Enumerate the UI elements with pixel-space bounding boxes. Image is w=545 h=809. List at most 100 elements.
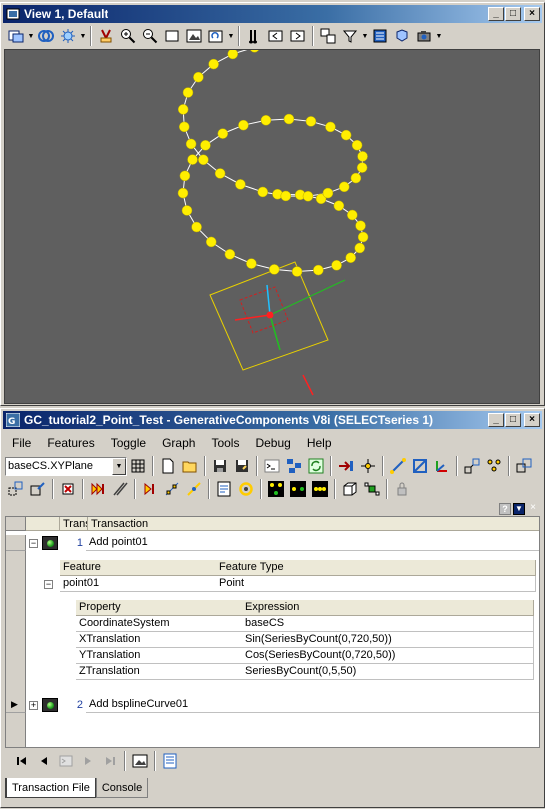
3d-viewport[interactable] (4, 49, 540, 404)
helix-point[interactable] (260, 115, 272, 126)
script-editor-icon[interactable] (261, 455, 283, 477)
tab-transaction-file[interactable]: Transaction File (5, 778, 96, 798)
chevron-down-icon[interactable]: ▼ (361, 25, 369, 47)
helix-point[interactable] (208, 58, 219, 70)
helix-point[interactable] (191, 221, 202, 233)
helix-point[interactable] (193, 71, 204, 83)
close-panel-icon[interactable]: × (527, 503, 539, 515)
property-expression[interactable]: Sin(SeriesByCount(0,720,50)) (242, 632, 534, 648)
helix-point[interactable] (345, 252, 356, 263)
previous-view-icon[interactable] (265, 25, 287, 47)
helix-point[interactable] (227, 50, 239, 60)
point-line-icon[interactable] (183, 478, 205, 500)
previous-icon[interactable] (33, 750, 55, 772)
save-as-icon[interactable] (231, 455, 253, 477)
helix-point[interactable] (283, 113, 295, 125)
helix-point[interactable] (280, 190, 292, 202)
helix-point[interactable] (350, 172, 362, 184)
expression-col-header[interactable]: Expression (242, 600, 534, 616)
chevron-down-icon[interactable]: ▼ (112, 457, 126, 475)
play-all-icon[interactable] (87, 478, 109, 500)
helix-point[interactable] (200, 140, 211, 151)
minimize-button[interactable]: _ (488, 7, 504, 21)
helix-point[interactable] (338, 181, 350, 193)
image-icon[interactable] (129, 750, 151, 772)
helix-point[interactable] (347, 209, 358, 221)
fit-view-icon[interactable] (183, 25, 205, 47)
first-icon[interactable] (11, 750, 33, 772)
helix-point[interactable] (291, 266, 303, 277)
points-along-icon[interactable] (161, 478, 183, 500)
view-titlebar[interactable]: View 1, Default (3, 5, 542, 23)
rotate-view-icon[interactable] (205, 25, 227, 47)
helix-point[interactable] (331, 260, 342, 271)
transaction-1-label[interactable]: Add point01 (86, 535, 539, 551)
dots-a-icon[interactable] (265, 478, 287, 500)
row-header-1[interactable] (6, 535, 26, 551)
cycle-icon[interactable] (235, 478, 257, 500)
menu-graph[interactable]: Graph (154, 436, 203, 450)
helix-point[interactable] (356, 162, 368, 173)
capture-icon[interactable] (5, 478, 27, 500)
help-icon[interactable]: ? (499, 503, 511, 515)
helix-point[interactable] (181, 205, 193, 216)
collapse-icon[interactable]: − (29, 539, 38, 548)
open-folder-icon[interactable] (179, 455, 201, 477)
move-icon[interactable] (513, 455, 535, 477)
helix-point[interactable] (357, 151, 368, 162)
refresh-icon[interactable] (305, 455, 327, 477)
helix-point[interactable] (269, 264, 280, 275)
feature-col-header[interactable]: Feature (60, 560, 218, 576)
helix-point[interactable] (257, 186, 268, 198)
helix-point[interactable] (224, 249, 236, 260)
copy-view-icon[interactable] (317, 25, 339, 47)
feature-type-col-header[interactable]: Feature Type (216, 560, 536, 576)
helix-point[interactable] (340, 129, 352, 141)
helix-point[interactable] (179, 170, 191, 182)
feature-name[interactable]: point01 (60, 576, 218, 592)
zoom-in-icon[interactable] (117, 25, 139, 47)
list-icon[interactable] (159, 750, 181, 772)
point-by-icon[interactable] (357, 455, 379, 477)
helix-point[interactable] (302, 191, 314, 202)
lighting-icon[interactable] (57, 25, 79, 47)
edit-feature-icon[interactable] (27, 478, 49, 500)
helix-point[interactable] (177, 104, 189, 115)
close-button[interactable]: × (524, 413, 540, 427)
display-style-icon[interactable] (35, 25, 57, 47)
new-file-icon[interactable] (157, 455, 179, 477)
helix-point[interactable] (185, 138, 197, 150)
chevron-down-icon[interactable]: ▼ (435, 25, 443, 47)
node-icon[interactable] (361, 478, 383, 500)
helix-point[interactable] (355, 220, 366, 231)
helix-point[interactable] (182, 87, 194, 98)
helix-point[interactable] (179, 121, 190, 133)
property-expression[interactable]: baseCS (242, 616, 534, 632)
helix-point[interactable] (325, 121, 336, 133)
dots-c-icon[interactable] (309, 478, 331, 500)
helix-point[interactable] (357, 231, 369, 243)
transaction-2-status[interactable] (42, 698, 58, 712)
plane-select[interactable]: baseCS.XYPlane ▼ (5, 456, 127, 476)
camera-icon[interactable] (413, 25, 435, 47)
draw-line-icon[interactable] (109, 478, 131, 500)
delete-feature-icon[interactable] (57, 478, 79, 500)
step-forward-icon[interactable] (139, 478, 161, 500)
menu-toggle[interactable]: Toggle (103, 436, 154, 450)
helix-point[interactable] (305, 116, 317, 127)
menu-tools[interactable]: Tools (203, 436, 247, 450)
menu-features[interactable]: Features (39, 436, 102, 450)
gc-titlebar[interactable]: G GC_tutorial2_Point_Test - GenerativeCo… (3, 411, 542, 429)
helix-point[interactable] (177, 187, 189, 199)
property-col-header[interactable]: Property (76, 600, 244, 616)
helix-point[interactable] (333, 200, 345, 211)
transaction-1-status[interactable] (42, 536, 58, 550)
next-view-icon[interactable] (287, 25, 309, 47)
helix-point[interactable] (205, 236, 217, 248)
helix-point[interactable] (351, 139, 363, 151)
collapse-icon[interactable]: − (44, 580, 53, 589)
dots-b-icon[interactable] (287, 478, 309, 500)
window-area-icon[interactable] (161, 25, 183, 47)
create-line-icon[interactable] (387, 455, 409, 477)
view-filter-icon[interactable] (339, 25, 361, 47)
